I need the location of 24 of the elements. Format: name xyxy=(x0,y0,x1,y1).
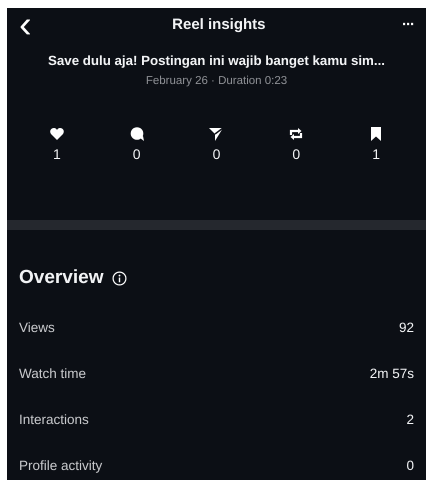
post-meta: February 26 · Duration 0:23 xyxy=(144,74,288,89)
stat-count: 1 xyxy=(53,145,61,164)
screen-title: Reel insights xyxy=(172,14,266,35)
metric-value: 92 xyxy=(398,318,414,337)
stat-count: 1 xyxy=(372,145,380,164)
metric-label: Watch time xyxy=(19,364,86,383)
heart-icon xyxy=(48,126,65,142)
send-icon xyxy=(208,126,224,142)
metric-label: Interactions xyxy=(19,410,89,429)
section-title: Overview xyxy=(19,266,104,290)
stat-count: 0 xyxy=(212,145,220,164)
metric-value: 2m 57s xyxy=(370,364,414,383)
post-caption: Save dulu aja! Postingan ini wajib banget kamu sim... xyxy=(47,52,386,70)
metric-value: 2 xyxy=(406,410,414,429)
more-button[interactable]: ··· xyxy=(402,14,414,36)
repost-icon xyxy=(288,126,304,142)
comment-icon xyxy=(128,126,145,142)
metric-value: 0 xyxy=(406,456,414,475)
metric-label: Views xyxy=(19,318,55,337)
stat-count: 0 xyxy=(292,145,300,164)
info-icon[interactable] xyxy=(112,270,126,286)
back-button[interactable]: ‹ xyxy=(15,10,36,40)
metric-label: Profile activity xyxy=(19,456,102,475)
stat-count: 0 xyxy=(132,145,141,164)
